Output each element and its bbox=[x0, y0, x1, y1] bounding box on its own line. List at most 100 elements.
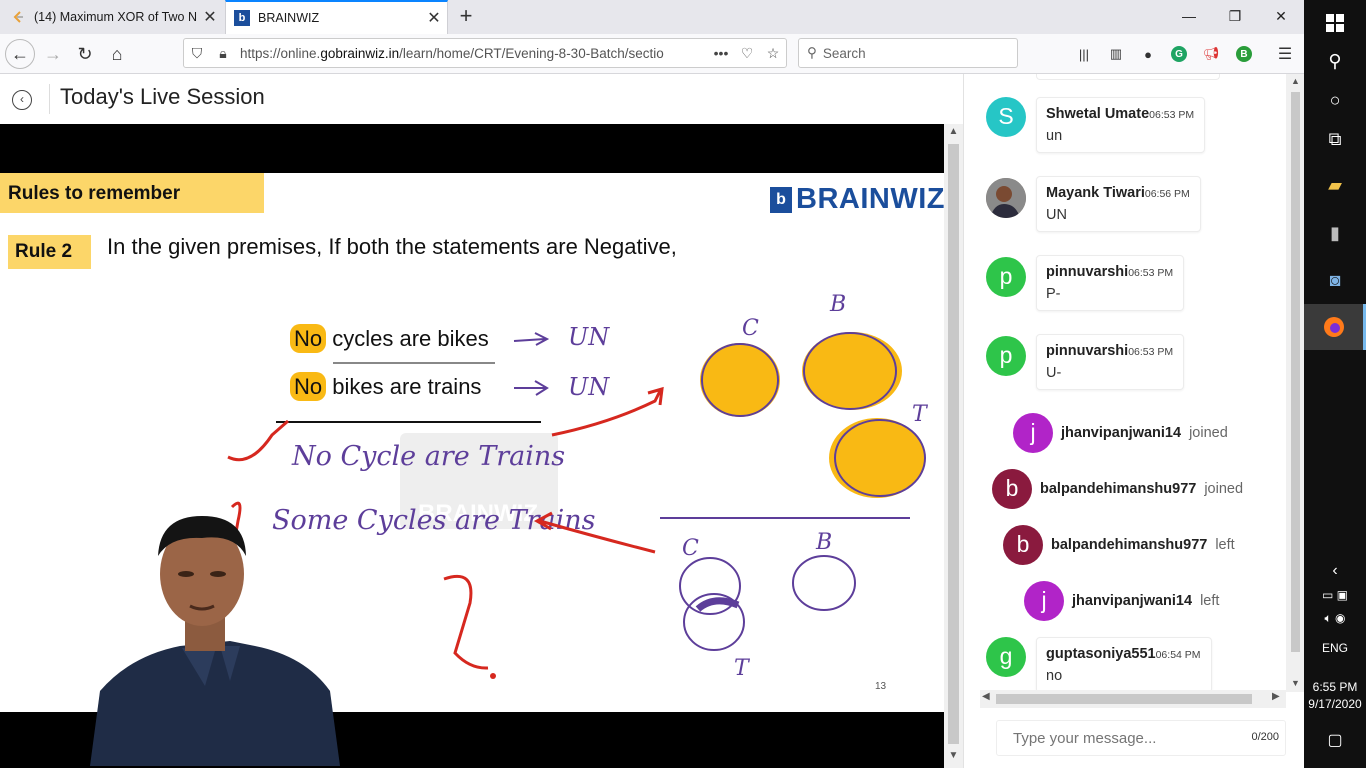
message-time: 06:56 PM bbox=[1144, 188, 1190, 200]
message-text: un bbox=[1046, 128, 1063, 144]
presenter-video bbox=[90, 516, 340, 766]
scroll-thumb[interactable] bbox=[1291, 92, 1300, 652]
message-time: 06:53 PM bbox=[1149, 109, 1195, 121]
close-window-button[interactable]: ✕ bbox=[1258, 0, 1304, 34]
language-indicator[interactable]: ENG bbox=[1304, 641, 1366, 655]
message-time: 06:54 PM bbox=[1155, 649, 1201, 661]
avatar: p bbox=[986, 336, 1026, 376]
scroll-down-icon[interactable]: ▼ bbox=[1286, 678, 1305, 688]
search-icon: ⚲ bbox=[807, 45, 817, 60]
clock-time[interactable]: 6:55 PM bbox=[1304, 680, 1366, 694]
sender-name: pinnuvarshi bbox=[1046, 264, 1129, 280]
url-bar[interactable]: ⛉ 🔒︎ https://online.gobrainwiz.in/learn/… bbox=[183, 38, 787, 68]
file-explorer-icon[interactable]: ▰ bbox=[1304, 162, 1366, 208]
network-battery-icons[interactable]: ▭ ▣ bbox=[1304, 588, 1366, 602]
avatar: S bbox=[986, 97, 1026, 137]
message-time: 06:53 PM bbox=[1128, 346, 1174, 358]
library-icon[interactable]: ||| bbox=[1073, 43, 1095, 65]
chevron-up-icon[interactable]: ‹ bbox=[1304, 562, 1366, 580]
chat-panel: S Shwetal Umate06:53 PM un Mayank Tiwari… bbox=[963, 74, 1305, 768]
event-user: jhanvipanjwani14 bbox=[1072, 593, 1193, 609]
usb-drive-icon[interactable]: ▮ bbox=[1304, 210, 1366, 256]
page-title: Today's Live Session bbox=[60, 84, 265, 109]
message-text: no bbox=[1046, 668, 1063, 684]
grammarly-icon[interactable]: G bbox=[1171, 46, 1187, 62]
clock-date[interactable]: 9/17/2020 bbox=[1304, 697, 1366, 711]
chat-horizontal-scrollbar[interactable]: ◀ ▶ bbox=[980, 690, 1286, 708]
lock-icon[interactable]: 🔒︎ bbox=[210, 45, 236, 62]
message-bubble: Shwetal Umate06:53 PM un bbox=[1036, 97, 1206, 153]
scroll-up-icon[interactable]: ▲ bbox=[944, 126, 963, 137]
divider bbox=[49, 84, 50, 114]
close-tab-icon[interactable]: ✕ bbox=[197, 7, 223, 27]
sidebar-icon[interactable]: ▥ bbox=[1105, 43, 1127, 65]
home-button[interactable]: ⌂ bbox=[102, 39, 132, 69]
new-tab-button[interactable]: + bbox=[452, 4, 480, 30]
event-action: left bbox=[1200, 593, 1220, 609]
event-action: left bbox=[1215, 537, 1235, 553]
avatar: b bbox=[1003, 525, 1043, 565]
avatar: j bbox=[1024, 581, 1064, 621]
avatar: b bbox=[992, 469, 1032, 509]
chat-event: b balpandehimanshu977 left bbox=[1003, 525, 1235, 565]
account-icon[interactable]: ● bbox=[1137, 43, 1159, 65]
url-text[interactable]: https://online.gobrainwiz.in/learn/home/… bbox=[236, 46, 708, 61]
scroll-right-icon[interactable]: ▶ bbox=[1272, 691, 1280, 702]
close-tab-icon[interactable]: ✕ bbox=[421, 8, 447, 28]
message-text: UN bbox=[1046, 207, 1067, 223]
reload-button[interactable]: ↻ bbox=[70, 39, 100, 69]
forward-button[interactable]: → bbox=[38, 39, 68, 69]
menu-icon[interactable]: ☰ bbox=[1274, 43, 1296, 65]
minimize-button[interactable]: — bbox=[1166, 0, 1212, 34]
search-box[interactable]: ⚲ Search bbox=[798, 38, 1018, 68]
chat-list[interactable]: S Shwetal Umate06:53 PM un Mayank Tiwari… bbox=[964, 74, 1286, 692]
scroll-left-icon[interactable]: ◀ bbox=[982, 691, 990, 702]
windows-taskbar: ⚲ ○ ⧉ ▰ ▮ ◙ ‹ ▭ ▣ 🔈︎ ◉ ENG 6:55 PM 9/17/… bbox=[1304, 0, 1366, 768]
ink-b-1: B bbox=[829, 292, 846, 317]
firefox-icon[interactable] bbox=[1304, 304, 1366, 350]
message-input-box[interactable]: 0/200 bbox=[996, 720, 1286, 756]
notification-icon[interactable]: ▢ bbox=[1304, 730, 1366, 750]
scroll-down-icon[interactable]: ▼ bbox=[944, 750, 963, 761]
chat-event: j jhanvipanjwani14 joined bbox=[1013, 413, 1228, 453]
leetcode-icon bbox=[10, 9, 26, 25]
event-user: balpandehimanshu977 bbox=[1040, 481, 1197, 497]
avatar: g bbox=[986, 637, 1026, 677]
chat-scrollbar[interactable]: ▲ ▼ bbox=[1286, 74, 1305, 692]
scroll-thumb[interactable] bbox=[948, 144, 959, 744]
tab-brainwiz[interactable]: b BRAINWIZ ✕ bbox=[225, 0, 448, 34]
scroll-thumb[interactable] bbox=[996, 694, 1252, 704]
ink-c-2: C bbox=[682, 536, 699, 561]
tab-leetcode[interactable]: (14) Maximum XOR of Two Nu ✕ bbox=[0, 0, 223, 34]
page-actions-icon[interactable]: ••• bbox=[708, 45, 734, 61]
shield-icon[interactable]: ⛉ bbox=[184, 45, 210, 62]
ink-c-1: C bbox=[742, 316, 759, 341]
camera-icon[interactable]: ◙ bbox=[1304, 257, 1366, 303]
bookmark-star-icon[interactable]: ☆ bbox=[760, 45, 786, 62]
pocket-icon[interactable]: ♡ bbox=[734, 45, 760, 62]
message-text: P- bbox=[1046, 286, 1061, 302]
message-input[interactable] bbox=[997, 721, 1227, 755]
navigation-bar: ← → ↻ ⌂ ⛉ 🔒︎ https://online.gobrainwiz.i… bbox=[0, 34, 1304, 74]
tab-title: (14) Maximum XOR of Two Nu bbox=[34, 10, 197, 24]
back-circle-icon[interactable]: ‹ bbox=[12, 90, 32, 110]
message-bubble: Mayank Tiwari06:56 PM UN bbox=[1036, 176, 1201, 232]
message-bubble: guptasoniya55106:54 PM no bbox=[1036, 637, 1212, 692]
scroll-up-icon[interactable]: ▲ bbox=[1286, 76, 1305, 86]
event-action: joined bbox=[1189, 425, 1228, 441]
ink-t-1: T bbox=[912, 402, 929, 427]
sender-name: Mayank Tiwari bbox=[1046, 185, 1145, 201]
page-scrollbar[interactable]: ▲ ▼ bbox=[944, 124, 963, 768]
message-bubble: pinnuvarshi06:53 PM P- bbox=[1036, 255, 1185, 311]
chat-event: j jhanvipanjwani14 left bbox=[1024, 581, 1219, 621]
ink-un-1: UN bbox=[568, 323, 610, 351]
restore-button[interactable]: ❐ bbox=[1212, 0, 1258, 34]
volume-icon[interactable]: 🔈︎ ◉ bbox=[1304, 611, 1366, 626]
message-time: 06:53 PM bbox=[1128, 267, 1174, 279]
brainwiz-icon: b bbox=[234, 10, 250, 26]
extension-icon[interactable]: B bbox=[1236, 46, 1252, 62]
back-button[interactable]: ← bbox=[5, 39, 35, 69]
megaphone-icon[interactable]: 📢︎ bbox=[1200, 43, 1222, 65]
live-video[interactable]: Rules to remember b BRAINWIZ Rule 2 In t… bbox=[0, 124, 944, 768]
task-view-icon[interactable]: ⧉ bbox=[1304, 116, 1366, 162]
